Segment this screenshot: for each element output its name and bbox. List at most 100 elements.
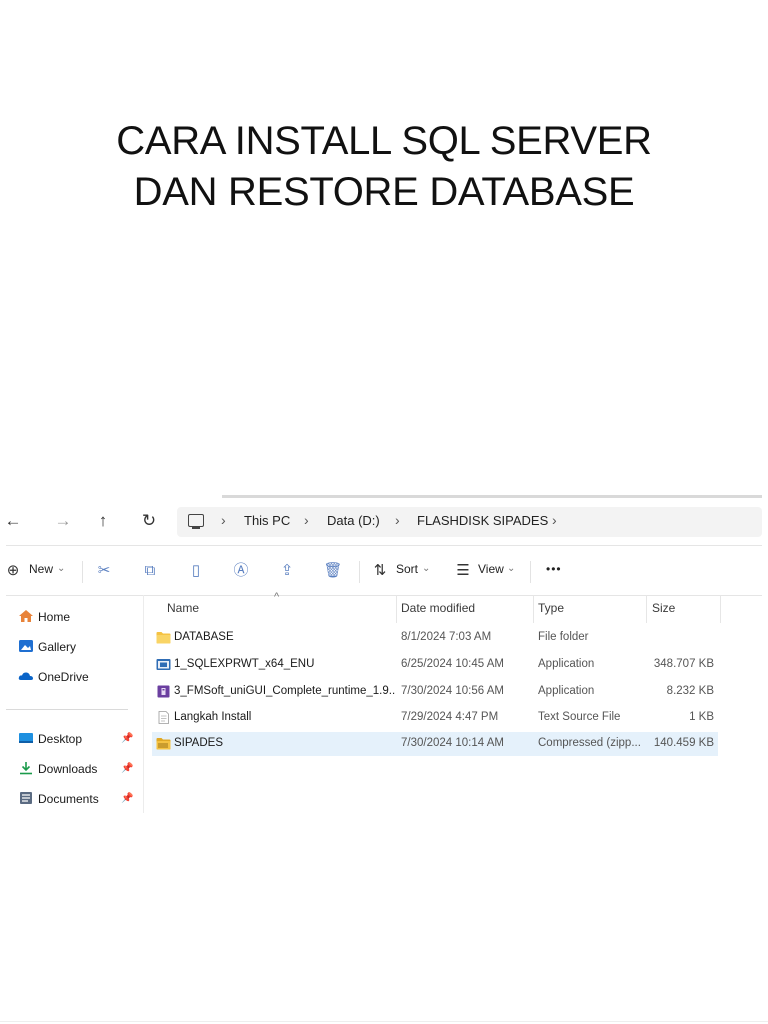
view-icon[interactable]: ☰ [453,561,473,581]
sidebar-item-desktop[interactable]: Desktop [18,731,82,751]
breadcrumb-data-drive[interactable]: Data (D:) [327,513,380,528]
toolbar-divider [6,545,762,546]
file-name: 1_SQLEXPRWT_x64_ENU [174,658,315,670]
desktop-icon [19,733,33,743]
sidebar-item-documents[interactable]: Documents [18,791,99,811]
installer-icon [157,685,170,698]
command-separator [359,561,360,583]
rename-icon[interactable]: Ⓐ [231,561,251,581]
refresh-icon[interactable]: ↻ [138,510,160,532]
text-file-icon [158,711,169,724]
sidebar-item-label: Home [38,610,71,624]
download-icon [20,762,32,775]
file-row-fmsoft-unigui[interactable]: 3_FMSoft_uniGUI_Complete_runtime_1.9... … [152,680,718,704]
chevron-down-icon[interactable]: ⌄ [422,563,430,574]
sidebar-item-gallery[interactable]: Gallery [18,639,76,659]
file-type: Text Source File [538,711,621,723]
column-header-size[interactable]: Size [652,601,675,615]
sort-up-caret-icon: ^ [274,591,280,603]
column-divider[interactable] [396,595,397,623]
file-size: 1 KB [689,711,714,723]
documents-icon [20,792,32,804]
column-header-name[interactable]: Name [167,601,199,615]
breadcrumb-separator[interactable]: › [552,512,557,528]
cut-icon[interactable]: ✂ [94,561,114,581]
sidebar-item-label: Documents [38,792,99,806]
this-pc-icon [188,514,204,529]
command-bar: ⊕ New ⌄ ✂ ⧉ ▯ Ⓐ ⇪ 🗑 ⇅ Sort ⌄ ☰ View ⌄ ••… [6,557,762,587]
breadcrumb-this-pc[interactable]: This PC [244,513,290,528]
column-divider[interactable] [646,595,647,623]
file-size: 140.459 KB [653,737,714,749]
cloud-icon [18,672,33,680]
folder-icon [156,632,171,644]
file-row-sqlexpr[interactable]: 1_SQLEXPRWT_x64_ENU 6/25/2024 10:45 AM A… [152,653,718,677]
title-line-2: DAN RESTORE DATABASE [133,170,635,214]
pin-icon[interactable]: 📌 [121,733,133,744]
pin-icon[interactable]: 📌 [121,793,133,804]
back-arrow-icon[interactable]: ← [6,510,24,532]
up-arrow-icon[interactable]: ↑ [92,510,114,532]
file-date: 8/1/2024 7:03 AM [401,631,492,643]
zip-folder-icon [156,738,171,750]
command-separator [82,561,83,583]
chevron-down-icon[interactable]: ⌄ [507,563,515,574]
file-name: DATABASE [174,631,234,643]
sidebar-item-label: OneDrive [38,670,89,684]
file-row-langkah-install[interactable]: Langkah Install 7/29/2024 4:47 PM Text S… [152,706,718,730]
file-type: Compressed (zipp... [538,737,641,749]
sidebar-item-onedrive[interactable]: OneDrive [18,669,89,689]
column-header-date-modified[interactable]: Date modified [401,601,475,615]
file-date: 6/25/2024 10:45 AM [401,658,504,670]
chevron-down-icon[interactable]: ⌄ [57,563,65,574]
file-type: Application [538,685,595,697]
paste-icon[interactable]: ▯ [186,561,206,581]
command-separator [530,561,531,583]
sidebar-item-label: Desktop [38,732,83,746]
new-button[interactable]: New [29,562,53,576]
sidebar-item-downloads[interactable]: Downloads [18,761,97,781]
sort-icon[interactable]: ⇅ [370,561,390,581]
breadcrumb-separator: › [221,512,226,528]
delete-icon[interactable]: 🗑 [323,561,343,581]
address-bar[interactable]: › This PC › Data (D:) › FLASHDISK SIPADE… [177,507,762,537]
new-plus-icon[interactable]: ⊕ [6,561,23,581]
sidebar-item-label: Downloads [38,762,98,776]
window-top-edge [222,495,762,498]
home-icon [19,610,33,622]
slide-title: CARA INSTALL SQL SERVER DAN RESTORE DATA… [0,116,768,218]
breadcrumb-flashdisk-sipades[interactable]: FLASHDISK SIPADES [417,513,548,528]
sidebar-item-label: Gallery [38,640,77,654]
column-header-type[interactable]: Type [538,601,564,615]
file-date: 7/29/2024 4:47 PM [401,711,499,723]
file-name: SIPADES [174,737,223,749]
view-button[interactable]: View [478,562,504,576]
file-row-sipades[interactable]: SIPADES 7/30/2024 10:14 AM Compressed (z… [152,732,718,756]
more-options-button[interactable]: ••• [546,562,562,576]
command-bar-divider [6,595,762,596]
file-type: Application [538,658,595,670]
file-explorer-window: ← → ↑ ↻ › This PC › Data (D:) › FLASHDIS… [6,495,762,813]
file-name: Langkah Install [174,711,252,723]
breadcrumb-separator: › [304,512,309,528]
sidebar-item-home[interactable]: Home [18,609,70,629]
pane-divider [143,595,144,813]
gallery-icon [19,640,33,652]
sort-button[interactable]: Sort [396,562,418,576]
navigation-bar: ← → ↑ ↻ › This PC › Data (D:) › FLASHDIS… [6,507,762,537]
file-size: 8.232 KB [666,685,714,697]
column-divider[interactable] [533,595,534,623]
file-row-database[interactable]: DATABASE 8/1/2024 7:03 AM File folder [152,626,718,650]
share-icon[interactable]: ⇪ [277,561,297,581]
sidebar-divider [6,709,128,710]
forward-arrow-icon[interactable]: → [52,510,74,532]
file-date: 7/30/2024 10:56 AM [401,685,504,697]
pin-icon[interactable]: 📌 [121,763,133,774]
copy-icon[interactable]: ⧉ [140,561,160,581]
file-type: File folder [538,631,589,643]
file-name: 3_FMSoft_uniGUI_Complete_runtime_1.9... [174,685,396,697]
app-icon [156,659,171,670]
breadcrumb-separator: › [395,512,400,528]
column-divider[interactable] [720,595,721,623]
file-date: 7/30/2024 10:14 AM [401,737,504,749]
